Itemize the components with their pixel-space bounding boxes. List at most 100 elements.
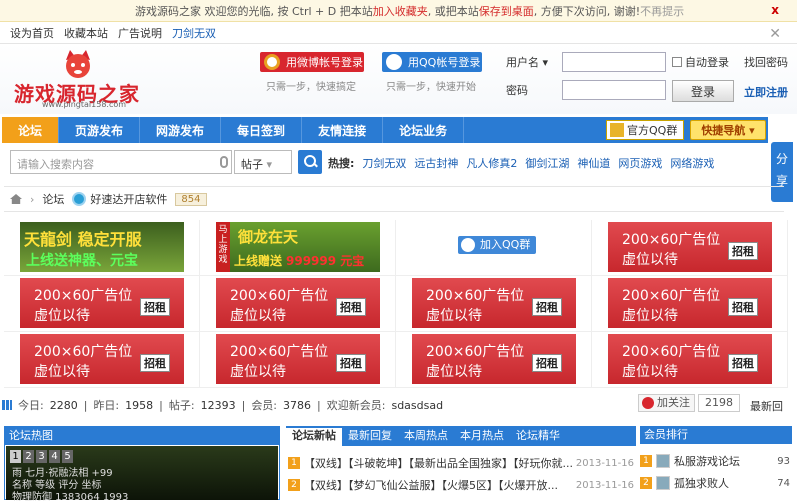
ad-cell[interactable]: 200×60广告位 虚位以待 招租 — [396, 332, 592, 388]
avatar[interactable] — [656, 454, 670, 468]
ad-cell[interactable]: 200×60广告位 虚位以待 招租 — [200, 332, 396, 388]
member-name[interactable]: 孤独求败人 — [674, 475, 773, 491]
ad-cell[interactable]: 天龍剑 稳定开服 上线送神器、元宝 — [4, 220, 200, 276]
for-rent-sign-icon: 招租 — [140, 284, 170, 322]
nav-signin[interactable]: 每日签到 — [221, 117, 303, 143]
ad-placeholder[interactable]: 200×60广告位 虚位以待 招租 — [216, 334, 380, 384]
post-row[interactable]: 2 【双线】【梦幻飞仙公益服】【火爆5区】【火爆开放... 2013-11-16 — [288, 476, 634, 494]
hot-picture-slide[interactable]: 1 2 3 4 5 雨 七月·祝融法相 +99 名称 等级 评分 坐标 物理防御… — [6, 446, 278, 503]
ad-size-text: 200×60广告位 — [34, 288, 133, 304]
member-name[interactable]: 私服游戏论坛 — [674, 453, 773, 469]
member-row[interactable]: 2 孤独求败人 74 — [640, 474, 790, 492]
slide-dot[interactable]: 4 — [49, 450, 60, 463]
ad-placeholder[interactable]: 200×60广告位 虚位以待 招租 — [608, 278, 772, 328]
hot-keyword[interactable]: 凡人修真2 — [466, 155, 517, 171]
hot-keyword[interactable]: 网页游戏 — [618, 155, 662, 171]
ad-placeholder[interactable]: 200×60广告位 虚位以待 招租 — [608, 334, 772, 384]
search-button[interactable] — [298, 150, 322, 174]
site-logo[interactable]: 游戏源码之家 www.pingtai158.com — [14, 50, 154, 110]
posts-count: 12393 — [200, 398, 236, 412]
microphone-icon[interactable] — [220, 156, 228, 168]
hot-keyword[interactable]: 网络游戏 — [670, 155, 714, 171]
tab-new-posts[interactable]: 论坛新帖 — [286, 426, 342, 446]
follow-button[interactable]: 加关注 — [638, 394, 695, 412]
chevron-down-icon[interactable]: ▾ — [543, 56, 549, 69]
username-input[interactable] — [562, 52, 666, 72]
ad-placeholder[interactable]: 200×60广告位 虚位以待 招租 — [608, 222, 772, 272]
ad-cell[interactable]: 200×60广告位 虚位以待 招租 — [396, 276, 592, 332]
ad-cell[interactable]: 加入QQ群 — [396, 220, 592, 276]
ad-placeholder[interactable]: 200×60广告位 虚位以待 招租 — [412, 278, 576, 328]
weibo-login-button[interactable]: 用微博帐号登录 — [260, 52, 364, 72]
hot-keyword[interactable]: 神仙道 — [577, 155, 610, 171]
search-type-select[interactable]: 帖子 ▾ — [234, 150, 292, 174]
latest-reply-link[interactable]: 最新回 — [750, 398, 783, 414]
slide-dot[interactable]: 3 — [36, 450, 47, 463]
official-qq-group-button[interactable]: 官方QQ群 — [606, 120, 684, 140]
ad-placeholder[interactable]: 200×60广告位 虚位以待 招租 — [216, 278, 380, 328]
ad-cell[interactable]: 200×60广告位 虚位以待 招租 — [592, 276, 788, 332]
add-favorite-link[interactable]: 加入收藏夹 — [373, 3, 428, 19]
slide-dot[interactable]: 2 — [23, 450, 34, 463]
bookmark-link[interactable]: 收藏本站 — [64, 25, 108, 41]
ad-cell[interactable]: 200×60广告位 虚位以待 招租 — [4, 332, 200, 388]
post-title[interactable]: 【双线】【梦幻飞仙公益服】【火爆5区】【火爆开放... — [304, 477, 572, 493]
newest-member-link[interactable]: sdasdsad — [391, 399, 443, 412]
set-homepage-link[interactable]: 设为首页 — [10, 25, 54, 41]
search-input[interactable]: 请输入搜索内容 — [10, 150, 232, 174]
register-link[interactable]: 立即注册 — [744, 84, 788, 100]
tab-featured[interactable]: 论坛精华 — [510, 426, 566, 446]
slide-dot[interactable]: 5 — [62, 450, 73, 463]
home-icon[interactable] — [10, 194, 22, 204]
avatar[interactable] — [656, 476, 670, 490]
members-count: 3786 — [283, 398, 312, 412]
password-input[interactable] — [562, 80, 666, 100]
ad-placeholder[interactable]: 200×60广告位 虚位以待 招租 — [20, 334, 184, 384]
save-desktop-link[interactable]: 保存到桌面 — [479, 3, 534, 19]
follower-count: 2198 — [698, 394, 740, 412]
ad-placeholder[interactable]: 200×60广告位 虚位以待 招租 — [20, 278, 184, 328]
slide-dot[interactable]: 1 — [10, 450, 21, 463]
tab-week-hot[interactable]: 本周热点 — [398, 426, 454, 446]
game-ad-banner[interactable]: 马上游戏 御龙在天 上线赠送 999999 元宝 — [216, 222, 380, 272]
ad-size-text: 200×60广告位 — [230, 344, 329, 360]
tab-latest-replies[interactable]: 最新回复 — [342, 426, 398, 446]
post-row[interactable]: 1 【双线】【斗破乾坤】【最新出品全国独家】【好玩你就... 2013-11-1… — [288, 454, 634, 472]
hot-keyword[interactable]: 御剑江湖 — [525, 155, 569, 171]
breadcrumb-forum[interactable]: 论坛 — [42, 191, 64, 207]
checkbox-box[interactable] — [672, 57, 682, 67]
ad-cell[interactable]: 200×60广告位 虚位以待 招租 — [4, 276, 200, 332]
nav-forum-business[interactable]: 论坛业务 — [383, 117, 465, 143]
toggle-icon[interactable]: ✕ — [769, 26, 781, 42]
nav-webgame[interactable]: 页游发布 — [59, 117, 141, 143]
auto-login-checkbox[interactable]: 自动登录 — [672, 54, 729, 70]
hot-keyword[interactable]: 远古封神 — [414, 155, 458, 171]
qq-login-button[interactable]: 用QQ帐号登录 — [382, 52, 482, 72]
ad-cell[interactable]: 200×60广告位 虚位以待 招租 — [592, 220, 788, 276]
close-icon[interactable]: x — [771, 3, 779, 17]
ad-size-text: 200×60广告位 — [34, 344, 133, 360]
ad-cell[interactable]: 马上游戏 御龙在天 上线赠送 999999 元宝 — [200, 220, 396, 276]
hot-keyword[interactable]: 刀剑无双 — [362, 155, 406, 171]
ad-cell[interactable]: 200×60广告位 虚位以待 招租 — [200, 276, 396, 332]
nav-forum[interactable]: 论坛 — [2, 117, 60, 143]
featured-game-link[interactable]: 刀剑无双 — [172, 25, 216, 41]
hot-search: 热搜: 刀剑无双 远古封神 凡人修真2 御剑江湖 神仙道 网页游戏 网络游戏 — [328, 155, 714, 171]
ad-placeholder[interactable]: 200×60广告位 虚位以待 招租 — [412, 334, 576, 384]
forgot-password-link[interactable]: 找回密码 — [744, 54, 788, 70]
login-button[interactable]: 登录 — [672, 80, 734, 102]
no-remind-link[interactable]: 不再提示 — [640, 3, 684, 19]
quick-nav-button[interactable]: 快捷导航 ▾ — [690, 120, 766, 140]
slide-content: 雨 七月·祝融法相 +99 名称 等级 评分 坐标 物理防御 1383064 1… — [12, 468, 128, 504]
member-row[interactable]: 1 私服游戏论坛 93 — [640, 452, 790, 470]
tab-month-hot[interactable]: 本月热点 — [454, 426, 510, 446]
join-qq-group-button[interactable]: 加入QQ群 — [458, 236, 537, 254]
post-title[interactable]: 【双线】【斗破乾坤】【最新出品全国独家】【好玩你就... — [304, 455, 572, 471]
nav-friend-links[interactable]: 友情连接 — [302, 117, 384, 143]
ad-cell[interactable]: 200×60广告位 虚位以待 招租 — [592, 332, 788, 388]
game-ad-banner[interactable]: 天龍剑 稳定开服 上线送神器、元宝 — [20, 222, 184, 272]
ad-vacant-text: 虚位以待 — [230, 308, 286, 324]
nav-online-game[interactable]: 网游发布 — [140, 117, 222, 143]
ad-info-link[interactable]: 广告说明 — [118, 25, 162, 41]
promo-app[interactable]: 好速达开店软件 — [72, 191, 167, 207]
